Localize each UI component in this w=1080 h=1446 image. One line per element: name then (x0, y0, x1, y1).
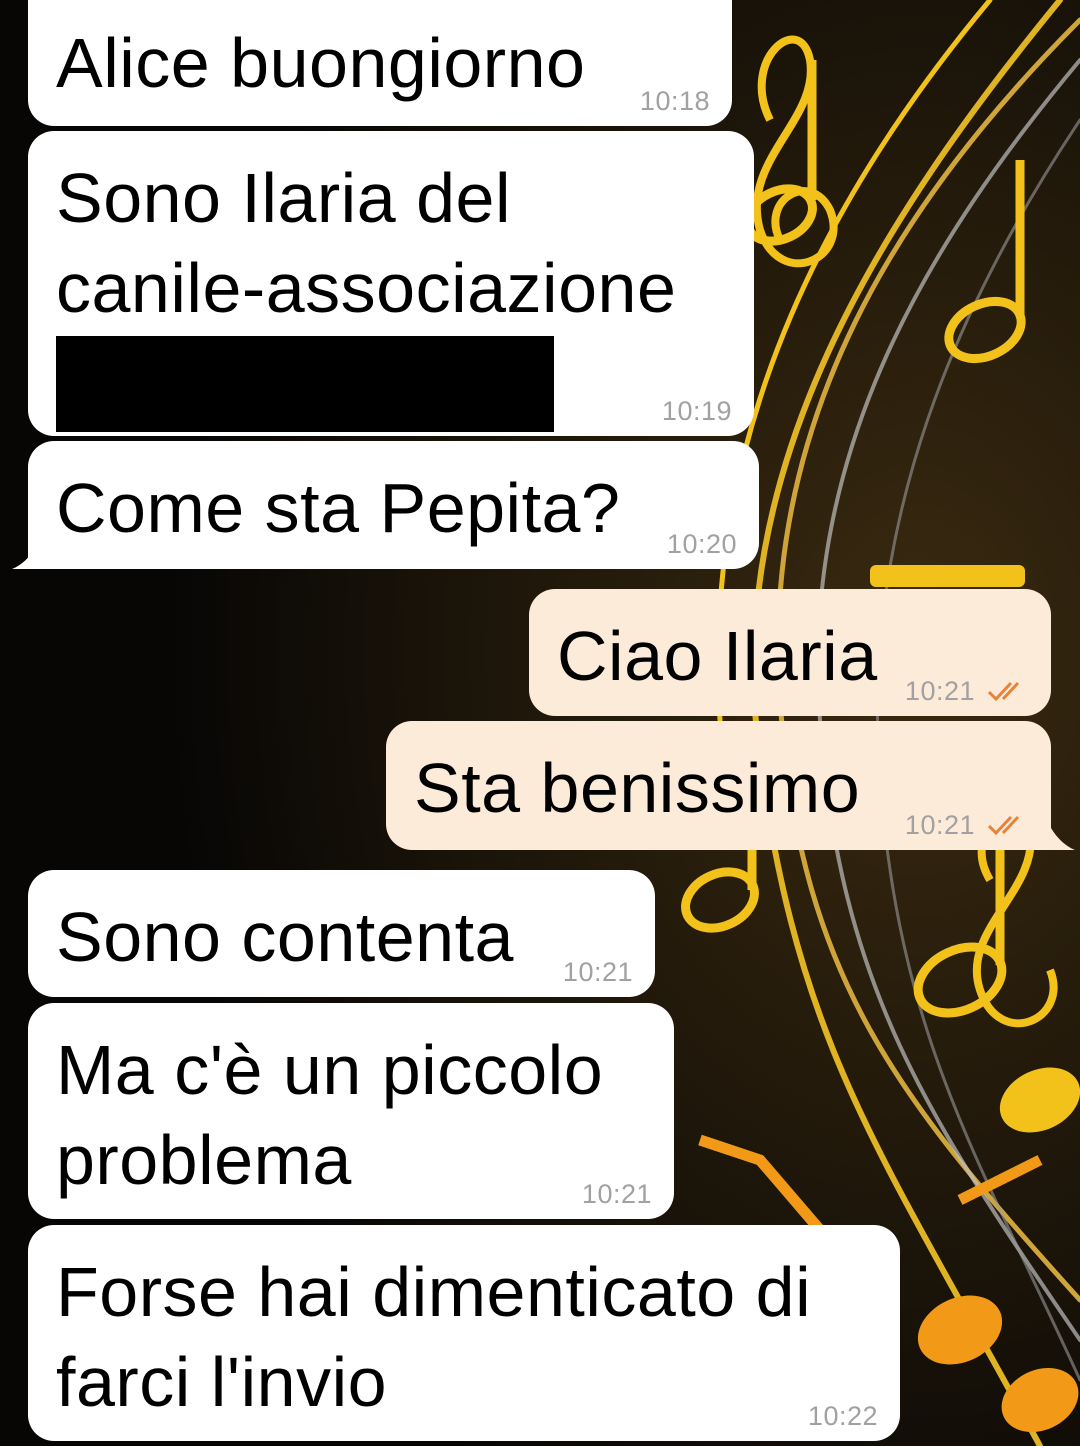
message-timestamp: 10:18 (639, 86, 710, 116)
message-text: Come sta Pepita? (56, 469, 621, 547)
message-bubble[interactable]: Ma c'è un piccolo problema 10:21 (28, 1003, 674, 1219)
message-bubble[interactable]: Sono contenta 10:21 (28, 870, 655, 997)
message-bubble[interactable]: Forse hai dimenticato di farci l'invio 1… (28, 1225, 900, 1441)
message-bubble[interactable]: Ciao Ilaria 10:21 (529, 589, 1051, 716)
message-text-line: canile-associazione (56, 249, 677, 327)
double-check-icon (987, 815, 1020, 836)
message-timestamp: 10:21 (581, 1179, 652, 1209)
message-text: Sono contenta (56, 898, 514, 976)
message-bubble[interactable]: Alice buongiorno 10:18 (28, 0, 732, 126)
message-timestamp: 10:19 (661, 396, 732, 426)
message-bubble[interactable]: Come sta Pepita? 10:20 (28, 441, 759, 569)
message-timestamp: 10:21 (905, 676, 1029, 706)
message-timestamp: 10:21 (905, 810, 1029, 840)
message-text-line: problema (56, 1121, 352, 1199)
message-text-line: Ma c'è un piccolo (56, 1031, 604, 1109)
message-timestamp: 10:20 (666, 529, 737, 559)
message-text-line: Forse hai dimenticato di (56, 1253, 812, 1331)
message-text: Alice buongiorno (56, 24, 586, 102)
message-text-line: Sono Ilaria del (56, 159, 512, 237)
message-timestamp: 10:21 (562, 957, 633, 987)
bubble-tail (1051, 828, 1075, 850)
message-bubble[interactable]: Sta benissimo 10:21 (386, 721, 1051, 850)
redaction-block (56, 336, 554, 432)
message-timestamp: 10:22 (807, 1401, 878, 1431)
bubble-tail (12, 547, 36, 569)
double-check-icon (987, 681, 1020, 702)
message-text-line: farci l'invio (56, 1343, 388, 1421)
message-bubble[interactable]: Sono Ilaria del canile-associazione 10:1… (28, 131, 754, 436)
